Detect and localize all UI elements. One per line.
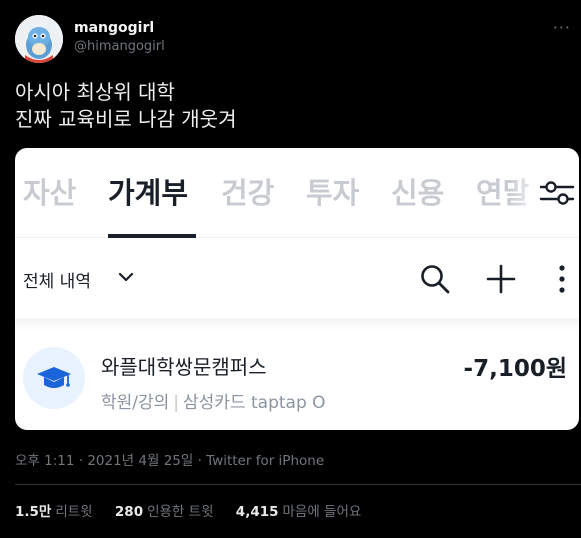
more-vertical-icon[interactable]	[552, 263, 572, 295]
transaction-merchant: 와플대학쌍문캠퍼스	[101, 355, 267, 379]
tab-investment[interactable]: 투자	[306, 170, 359, 212]
graduation-cap-icon	[37, 367, 71, 388]
tweet-text-line-2: 진짜 교육비로 나감 개웃겨	[15, 107, 237, 131]
transaction-card: 삼성카드 taptap O	[183, 393, 326, 413]
retweets-count: 1.5만	[15, 504, 52, 520]
filter-settings-icon[interactable]	[539, 178, 575, 208]
retweets-stat[interactable]: 1.5만 리트윗	[15, 504, 93, 520]
filter-dropdown-label[interactable]: 전체 내역	[23, 267, 91, 292]
tab-assets[interactable]: 자산	[23, 170, 76, 212]
avatar[interactable]	[15, 15, 63, 63]
user-handle[interactable]: @himangogirl	[74, 39, 165, 54]
more-options-icon[interactable]: ···	[553, 18, 571, 37]
quotes-label: 인용한 트윗	[147, 504, 214, 520]
tweet-text-line-1: 아시아 최상위 대학	[15, 80, 175, 104]
tab-credit[interactable]: 신용	[391, 170, 444, 212]
tab-health[interactable]: 건강	[221, 170, 274, 212]
likes-label: 마음에 들어요	[282, 504, 362, 520]
retweets-label: 리트윗	[55, 504, 93, 520]
display-name[interactable]: mangogirl	[74, 20, 154, 36]
tweet-stats: 1.5만 리트윗 280 인용한 트윗 4,415 마음에 들어요	[15, 500, 379, 520]
attached-screenshot[interactable]: 자산 가계부 건강 투자 신용 연말 전체 내역 와플대학쌍문캠퍼스 학원/강의…	[15, 148, 579, 430]
avatar-image	[15, 15, 63, 63]
divider	[15, 484, 581, 485]
app-tab-bar: 자산 가계부 건강 투자 신용 연말	[15, 148, 579, 238]
active-tab-indicator	[108, 234, 196, 238]
transaction-details: 학원/강의 | 삼성카드 taptap O	[101, 388, 326, 413]
quotes-count: 280	[114, 504, 144, 520]
tweet-timestamp[interactable]: 오후 1:11 · 2021년 4월 25일 · Twitter for iPh…	[15, 449, 324, 469]
search-icon[interactable]	[419, 263, 451, 295]
category-icon-circle	[23, 347, 85, 409]
quotes-stat[interactable]: 280 인용한 트윗	[115, 504, 214, 520]
tab-ledger[interactable]: 가계부	[108, 170, 188, 212]
add-icon[interactable]	[485, 263, 517, 295]
transaction-row[interactable]: 와플대학쌍문캠퍼스 학원/강의 | 삼성카드 taptap O -7,100원	[15, 333, 579, 430]
chevron-down-icon[interactable]	[118, 269, 134, 285]
transaction-amount: -7,100원	[463, 356, 567, 382]
tweet-text: 아시아 최상위 대학 진짜 교육비로 나감 개웃겨	[15, 79, 236, 133]
ledger-toolbar: 전체 내역	[15, 239, 579, 319]
likes-count: 4,415	[235, 504, 279, 520]
section-divider	[15, 318, 579, 332]
likes-stat[interactable]: 4,415 마음에 들어요	[236, 504, 362, 520]
transaction-category: 학원/강의	[101, 393, 170, 413]
separator: |	[173, 393, 180, 413]
